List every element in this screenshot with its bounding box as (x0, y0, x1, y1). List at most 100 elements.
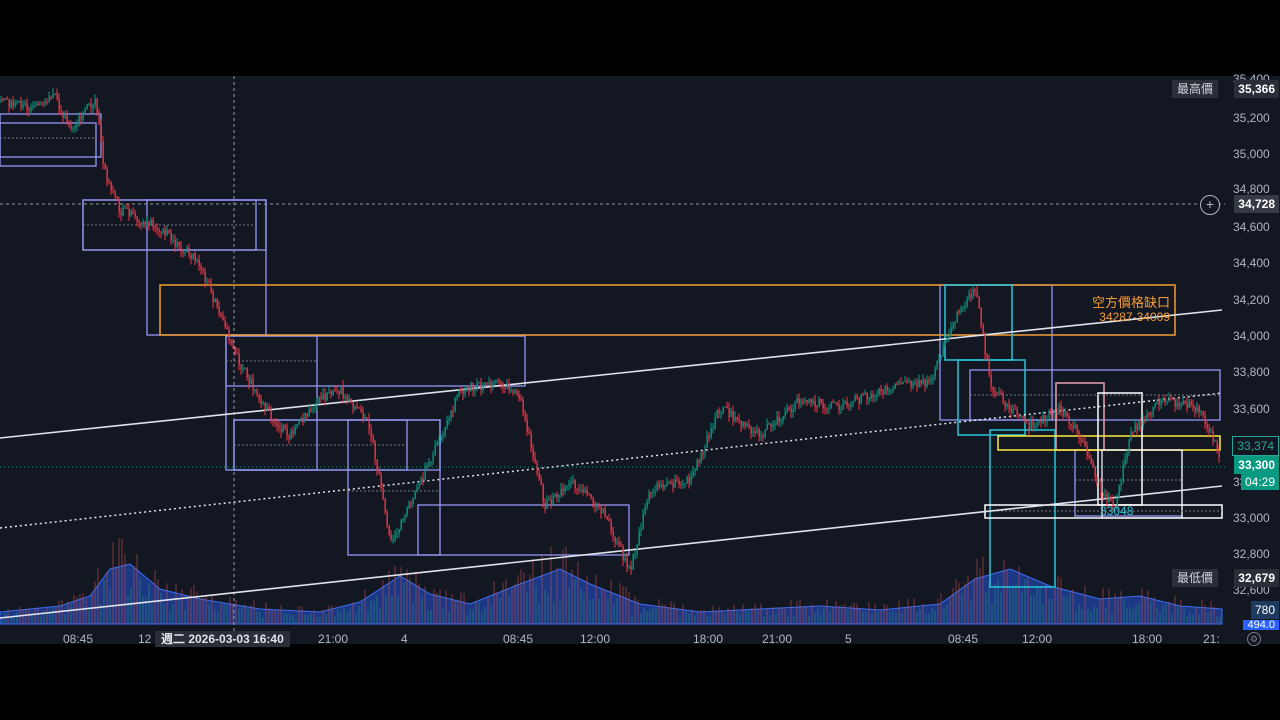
candle-body (256, 389, 258, 394)
candle-body (86, 104, 88, 110)
candle-body (1144, 419, 1146, 421)
candle-body (490, 381, 492, 388)
candle-body (1084, 441, 1086, 446)
candle-body (1168, 397, 1170, 402)
candle-body (584, 490, 586, 493)
candle-body (1206, 423, 1208, 429)
candle-body (474, 390, 476, 392)
time-tick-label: 08:45 (948, 632, 979, 646)
candle-body (166, 229, 168, 236)
candle-body (388, 525, 390, 535)
candle-body (440, 436, 442, 441)
candle-body (928, 379, 930, 382)
zone-label: 33048 (1100, 504, 1134, 518)
candle-body (1190, 401, 1192, 405)
time-tick-label: 4 (401, 632, 408, 646)
chart-canvas[interactable] (0, 76, 1280, 644)
candle-body (26, 103, 28, 110)
candle-body (48, 97, 50, 102)
volume-ma-badge: 494.0 (1243, 620, 1279, 630)
candle-body (620, 545, 622, 547)
candle-body (444, 426, 446, 435)
candle-body (292, 431, 294, 434)
candle-body (674, 479, 676, 488)
candle-body (984, 333, 986, 355)
candle-body (788, 407, 790, 409)
candle-body (64, 115, 66, 118)
candle-body (1188, 401, 1190, 408)
candle-body (926, 379, 928, 387)
time-tick-label: 21: (1203, 632, 1220, 646)
candle-body (704, 447, 706, 454)
candle-body (524, 412, 526, 420)
candle-body (32, 105, 34, 108)
chart-area[interactable] (0, 76, 1280, 644)
low-price-badge: 32,679 (1234, 569, 1279, 587)
candle-body (562, 488, 564, 492)
mid-trendline (0, 392, 1223, 529)
candle-body (306, 413, 308, 417)
candle-body (8, 99, 10, 108)
candle-body (1090, 457, 1092, 463)
candle-body (432, 455, 434, 462)
candle-body (70, 125, 72, 129)
add-alert-icon[interactable]: + (1200, 195, 1220, 215)
candle-body (724, 406, 726, 408)
candle-body (660, 484, 662, 487)
candle-body (258, 393, 260, 400)
candle-body (644, 506, 646, 514)
candle-body (802, 401, 804, 403)
candle-body (840, 409, 842, 411)
candle-body (556, 494, 558, 498)
candle-body (414, 490, 416, 499)
candle-body (1146, 413, 1148, 420)
candle-body (922, 379, 924, 384)
candle-body (42, 103, 44, 105)
candle-body (746, 424, 748, 426)
candle-body (92, 105, 94, 108)
candle-body (446, 420, 448, 427)
candle-body (1128, 439, 1130, 454)
candle-body (966, 299, 968, 306)
candle-body (480, 382, 482, 390)
candle-body (6, 98, 8, 100)
candle-body (450, 411, 452, 419)
candle-body (986, 354, 988, 359)
candle-body (96, 99, 98, 114)
candle-body (938, 356, 940, 362)
candle-body (852, 401, 854, 405)
settings-icon[interactable]: ⚙ (1247, 632, 1261, 646)
candle-body (918, 379, 920, 387)
candle-body (514, 391, 516, 393)
candle-body (174, 240, 176, 247)
candle-body (212, 291, 214, 303)
candle-body (550, 499, 552, 504)
candle-body (844, 401, 846, 404)
candle-body (876, 394, 878, 397)
upper-trendline (0, 309, 1223, 439)
candle-body (10, 100, 12, 108)
candle-body (992, 386, 994, 391)
candle-body (740, 420, 742, 427)
candle-body (720, 413, 722, 415)
candle-body (46, 101, 48, 103)
candle-body (12, 100, 14, 106)
candle-body (16, 102, 18, 104)
candle-body (384, 498, 386, 513)
candle-body (870, 394, 872, 399)
candle-body (848, 405, 850, 407)
candle-body (598, 506, 600, 508)
candle-body (346, 396, 348, 401)
candle-body (628, 566, 630, 568)
candle-body (404, 515, 406, 519)
candle-body (596, 506, 598, 508)
candle-body (1104, 494, 1106, 496)
candle-body (38, 103, 40, 105)
candle-body (998, 392, 1000, 394)
candle-body (1056, 413, 1058, 415)
price-tick-label: 34,800 (1233, 182, 1270, 196)
candle-body (218, 306, 220, 314)
candle-body (526, 419, 528, 432)
candle-body (1066, 412, 1068, 417)
candle-body (54, 93, 56, 95)
